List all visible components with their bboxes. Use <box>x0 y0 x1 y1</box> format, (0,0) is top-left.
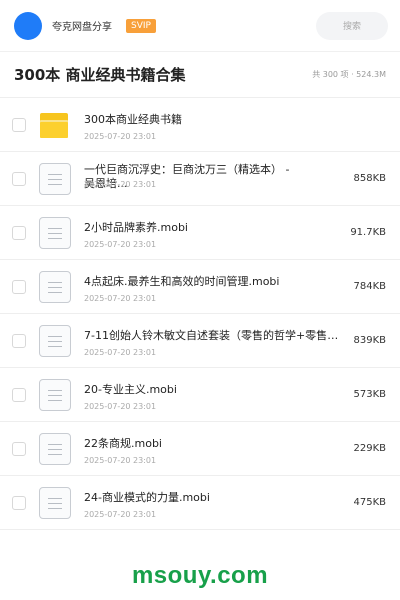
file-size: 229KB <box>353 443 386 454</box>
file-date: 2025-07-20 23:01 <box>84 179 157 189</box>
file-date: 2025-07-20 23:01 <box>84 401 157 411</box>
page-title: 300本 商业经典书籍合集 <box>14 66 186 84</box>
select-checkbox[interactable] <box>12 279 26 294</box>
file-size: 839KB <box>353 335 386 346</box>
file-date: 2025-07-20 23:01 <box>84 239 157 249</box>
list-item[interactable]: 4点起床.最养生和高效的时间管理.mobi 2025-07-20 23:01 7… <box>0 260 400 314</box>
watermark-text: msouy.com <box>131 562 269 589</box>
list-item[interactable]: 一代巨商沉浮史：巨商沈万三（精选本） - 吴恩培... 2025-07-20 2… <box>0 152 400 206</box>
list-item[interactable]: 20-专业主义.mobi 2025-07-20 23:01 573KB <box>0 368 400 422</box>
file-name: 2小时品牌素养.mobi <box>84 220 188 234</box>
file-date: 2025-07-20 23:01 <box>84 509 157 519</box>
list-item[interactable]: 2小时品牌素养.mobi 2025-07-20 23:01 91.7KB <box>0 206 400 260</box>
file-size: 858KB <box>353 173 386 184</box>
file-name: 7-11创始人铃木敏文自述套装（零售的哲学+零售心理战） <box>84 328 344 342</box>
file-date: 2025-07-20 23:01 <box>84 455 157 465</box>
document-icon <box>39 324 71 357</box>
list-item[interactable]: 300本商业经典书籍 2025-07-20 23:01 <box>0 98 400 152</box>
file-date: 2025-07-20 23:01 <box>84 347 157 357</box>
file-name: 24-商业模式的力量.mobi <box>84 490 210 504</box>
list-item[interactable]: 7-11创始人铃木敏文自述套装（零售的哲学+零售心理战） 2025-07-20 … <box>0 314 400 368</box>
file-size: 573KB <box>353 389 386 400</box>
file-size: 91.7KB <box>350 227 386 238</box>
document-icon <box>39 216 71 249</box>
search-input[interactable]: 搜索 <box>316 11 388 40</box>
avatar[interactable] <box>14 11 42 40</box>
select-checkbox[interactable] <box>12 117 26 132</box>
select-checkbox[interactable] <box>12 225 26 240</box>
user-name[interactable]: 夸克网盘分享 <box>52 18 112 33</box>
document-icon <box>39 162 71 195</box>
select-checkbox[interactable] <box>12 387 26 402</box>
svip-badge: SVIP <box>126 18 156 33</box>
select-checkbox[interactable] <box>12 441 26 456</box>
document-icon <box>39 378 71 411</box>
select-checkbox[interactable] <box>12 171 26 186</box>
folder-meta: 共 300 项 · 524.3M <box>312 70 386 79</box>
share-header: 夸克网盘分享 SVIP 搜索 <box>0 0 400 52</box>
file-name: 22条商规.mobi <box>84 436 162 450</box>
folder-title-bar: 300本 商业经典书籍合集 共 300 项 · 524.3M <box>0 52 400 98</box>
select-checkbox[interactable] <box>12 333 26 348</box>
file-date: 2025-07-20 23:01 <box>84 293 157 303</box>
file-date: 2025-07-20 23:01 <box>84 131 157 141</box>
file-name: 300本商业经典书籍 <box>84 112 182 126</box>
list-item[interactable]: 24-商业模式的力量.mobi 2025-07-20 23:01 475KB <box>0 476 400 530</box>
document-icon <box>39 486 71 519</box>
folder-icon <box>39 109 71 141</box>
select-checkbox[interactable] <box>12 495 26 510</box>
list-item[interactable]: 22条商规.mobi 2025-07-20 23:01 229KB <box>0 422 400 476</box>
file-size: 475KB <box>353 497 386 508</box>
document-icon <box>39 270 71 303</box>
file-name: 20-专业主义.mobi <box>84 382 177 396</box>
document-icon <box>39 432 71 465</box>
file-list: 300本商业经典书籍 2025-07-20 23:01 一代巨商沉浮史：巨商沈万… <box>0 98 400 530</box>
file-size: 784KB <box>353 281 386 292</box>
file-name: 4点起床.最养生和高效的时间管理.mobi <box>84 274 280 288</box>
